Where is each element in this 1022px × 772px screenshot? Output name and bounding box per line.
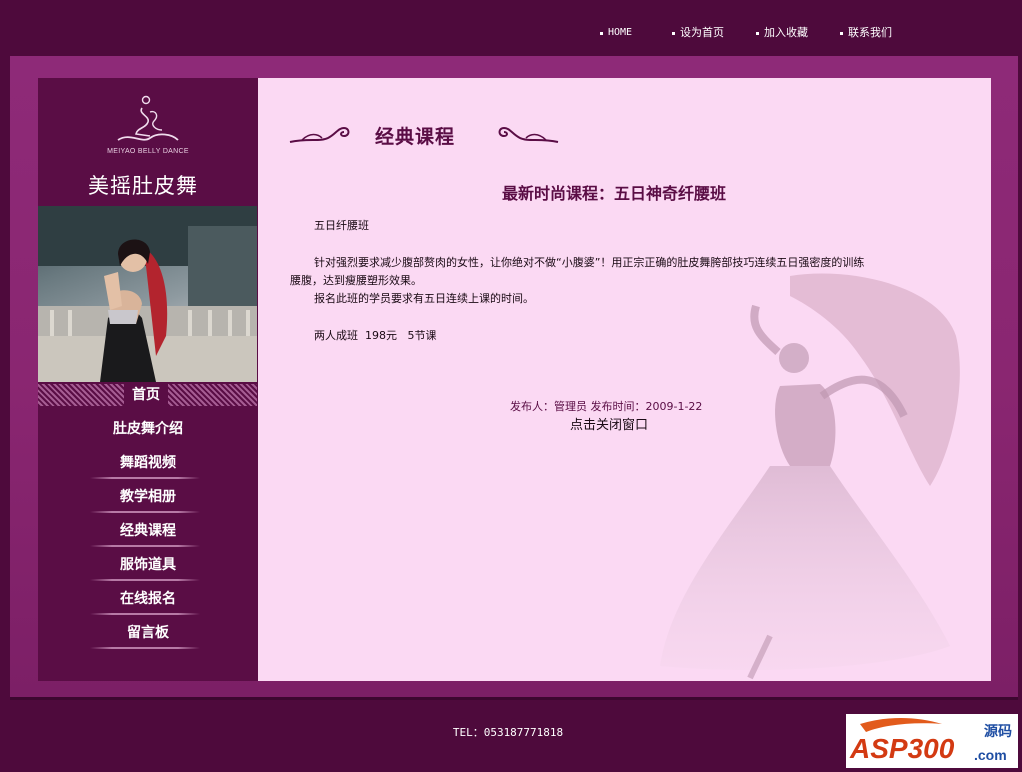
- bullet-icon: [756, 31, 759, 35]
- bullet-icon: [840, 31, 843, 35]
- sidebar-item-costumes[interactable]: 服饰道具: [38, 548, 258, 582]
- asp300-logo-icon: ASP300 源码 .com: [846, 714, 1018, 768]
- sidebar-item-label: 留言板: [127, 625, 169, 641]
- nav-contact-label: 联系我们: [848, 26, 892, 39]
- sidebar-item-courses[interactable]: 经典课程: [38, 514, 258, 548]
- divider: [90, 647, 200, 649]
- nav-home-label: HOME: [608, 27, 633, 38]
- sidebar-item-album[interactable]: 教学相册: [38, 480, 258, 514]
- ornament-left-icon: [289, 126, 350, 143]
- nav-contact-link[interactable]: 联系我们: [840, 24, 924, 42]
- article-paragraph: 腰腹，达到瘦腰塑形效果。: [290, 274, 422, 287]
- nav-home-link[interactable]: HOME: [600, 24, 672, 42]
- sidebar-menu: 肚皮舞介绍 舞蹈视频 教学相册 经典课程 服饰道具 在线报名 留言板: [38, 412, 258, 650]
- divider: [90, 511, 200, 513]
- divider: [90, 477, 200, 479]
- nav-favorite-label: 加入收藏: [764, 26, 808, 39]
- close-window-link[interactable]: 点击关闭窗口: [570, 417, 648, 435]
- article-paragraph: 针对强烈要求减少腹部赘肉的女性，让你绝对不做“小腹婆”！用正宗正确的肚皮舞胯部技…: [314, 256, 865, 269]
- sidebar-item-label: 肚皮舞介绍: [113, 421, 183, 437]
- nav-set-home-label: 设为首页: [680, 26, 724, 39]
- bullet-icon: [672, 31, 675, 35]
- sidebar-home-link[interactable]: 首页: [124, 384, 168, 406]
- sidebar-item-guestbook[interactable]: 留言板: [38, 616, 258, 650]
- ornament-right-icon: [498, 126, 559, 143]
- article-meta: 发布人：管理员 发布时间：2009-1-22: [510, 400, 703, 413]
- nav-set-home-link[interactable]: 设为首页: [672, 24, 756, 42]
- sidebar-item-label: 舞蹈视频: [120, 455, 176, 471]
- section-heading: 经典课程: [258, 122, 559, 152]
- top-bar: HOME 设为首页 加入收藏 联系我们: [0, 0, 1022, 56]
- photo-illustration: [38, 206, 257, 382]
- logo-text: MEIYAO BELLY DANCE: [107, 148, 189, 155]
- badge-domain: .com: [974, 747, 1007, 763]
- top-nav: HOME 设为首页 加入收藏 联系我们: [600, 24, 924, 42]
- sidebar-item-intro[interactable]: 肚皮舞介绍: [38, 412, 258, 446]
- sidebar-item-label: 教学相册: [120, 489, 176, 505]
- article-title: 最新时尚课程：五日神奇纤腰班: [501, 184, 726, 203]
- article-paragraph: 两人成班 198元 5节课: [314, 329, 437, 342]
- dancer-photo: [38, 206, 257, 382]
- nav-favorite-link[interactable]: 加入收藏: [756, 24, 840, 42]
- sidebar-item-label: 服饰道具: [120, 557, 176, 573]
- frame-shadow: [10, 697, 1018, 700]
- sidebar-item-signup[interactable]: 在线报名: [38, 582, 258, 616]
- bullet-icon: [600, 31, 603, 35]
- asp300-logo[interactable]: ASP300 源码 .com: [846, 714, 1018, 768]
- content-panel: 经典课程 最新时尚课程：五日神奇纤腰班 五日纤腰班 针对强烈要求减少腹部赘肉的女…: [258, 78, 991, 681]
- site-title: 美摇肚皮舞: [88, 174, 198, 198]
- badge-sub: 源码: [984, 723, 1012, 740]
- divider: [90, 579, 200, 581]
- sidebar-item-video[interactable]: 舞蹈视频: [38, 446, 258, 480]
- article-paragraph: 报名此班的学员要求有五日连续上课的时间。: [314, 292, 534, 305]
- article-body: 五日纤腰班 针对强烈要求减少腹部赘肉的女性，让你绝对不做“小腹婆”！用正宗正确的…: [290, 217, 930, 345]
- sidebar-item-label: 经典课程: [120, 523, 176, 539]
- section-title: 经典课程: [375, 126, 456, 148]
- badge-text: ASP300: [849, 733, 955, 764]
- divider: [90, 613, 200, 615]
- divider: [90, 545, 200, 547]
- article-paragraph: 五日纤腰班: [314, 219, 369, 232]
- sidebar-item-label: 在线报名: [120, 591, 176, 607]
